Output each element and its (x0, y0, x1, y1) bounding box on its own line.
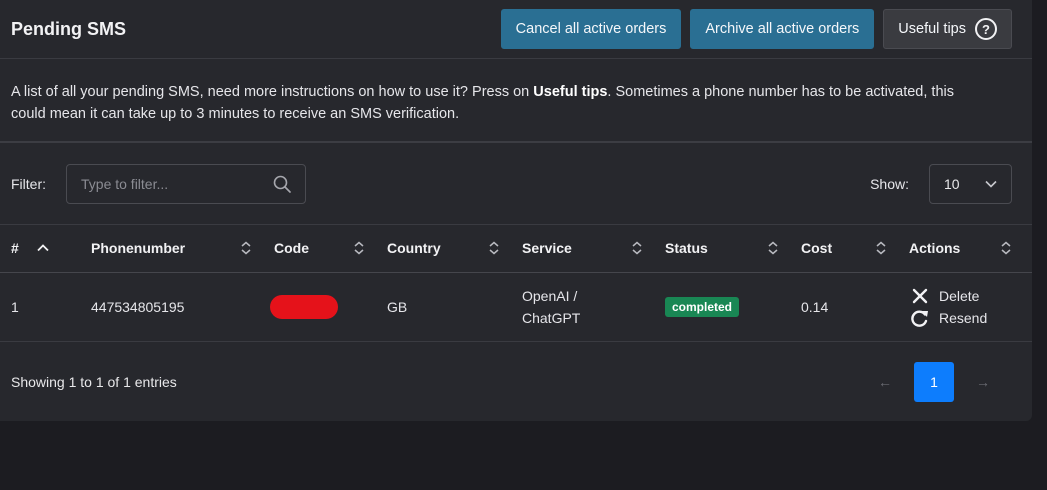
redo-icon (909, 309, 931, 327)
page-size-select[interactable]: 10 (929, 163, 1012, 204)
entries-info: Showing 1 to 1 of 1 entries (11, 373, 177, 390)
column-header-code[interactable]: Code (263, 225, 376, 273)
show-group: Show: 10 (870, 163, 1012, 204)
cancel-all-orders-button[interactable]: Cancel all active orders (500, 9, 682, 49)
resend-label: Resend (939, 309, 988, 326)
resend-action[interactable]: Resend (909, 307, 1021, 329)
column-label-service: Service (522, 240, 572, 257)
next-page-arrow[interactable]: → (976, 374, 990, 390)
show-label: Show: (870, 175, 909, 192)
filter-label: Filter: (11, 175, 46, 192)
filter-field[interactable] (66, 163, 306, 204)
column-label-phonenumber: Phonenumber (91, 240, 186, 257)
page-title: Pending SMS (11, 18, 127, 39)
search-icon (273, 175, 291, 193)
column-header-status[interactable]: Status (654, 225, 790, 273)
pagination: ← 1 → (878, 361, 990, 402)
cell-number: 1 (0, 272, 80, 342)
column-label-number: # (11, 240, 19, 257)
column-label-cost: Cost (801, 240, 833, 257)
pending-sms-card: Pending SMS Cancel all active orders Arc… (0, 0, 1032, 421)
table-row: 1 447534805195 GB OpenAI / ChatGPT compl… (0, 272, 1032, 342)
sort-icon (489, 241, 499, 255)
header-actions: Cancel all active orders Archive all act… (500, 9, 1012, 49)
cell-service: OpenAI / ChatGPT (511, 272, 654, 342)
page-button-1[interactable]: 1 (914, 361, 954, 402)
redacted-code-mark (270, 294, 338, 319)
close-icon (909, 288, 931, 304)
archive-all-orders-button[interactable]: Archive all active orders (690, 9, 875, 49)
column-label-status: Status (665, 240, 708, 257)
table-controls: Filter: Show: 10 (0, 143, 1032, 225)
column-header-country[interactable]: Country (376, 225, 511, 273)
sort-icon (632, 241, 642, 255)
service-line-2: ChatGPT (522, 309, 581, 326)
filter-input[interactable] (81, 175, 251, 192)
column-header-actions[interactable]: Actions (898, 225, 1032, 273)
table-footer: Showing 1 to 1 of 1 entries ← 1 → (0, 342, 1032, 422)
sort-icon (241, 241, 251, 255)
chevron-down-icon (985, 180, 997, 188)
column-label-actions: Actions (909, 240, 961, 257)
question-circle-icon: ? (975, 18, 997, 40)
useful-tips-label: Useful tips (898, 21, 966, 37)
column-label-country: Country (387, 240, 441, 257)
table-header-row: # Phonenumber Code Country Service Statu… (0, 225, 1032, 273)
sort-icon (1001, 241, 1011, 255)
delete-action[interactable]: Delete (909, 285, 1021, 307)
column-label-code: Code (274, 240, 309, 257)
description-part1: A list of all your pending SMS, need mor… (11, 84, 534, 100)
useful-tips-button[interactable]: Useful tips ? (883, 9, 1012, 49)
sms-table: # Phonenumber Code Country Service Statu… (0, 225, 1032, 342)
page-size-value: 10 (944, 175, 960, 192)
delete-label: Delete (939, 287, 980, 304)
column-header-cost[interactable]: Cost (790, 225, 898, 273)
sort-asc-icon (37, 244, 49, 252)
sort-icon (354, 241, 364, 255)
card-header: Pending SMS Cancel all active orders Arc… (0, 0, 1032, 59)
column-header-phonenumber[interactable]: Phonenumber (80, 225, 263, 273)
cell-status: completed (654, 272, 790, 342)
cell-actions: Delete Resend (898, 272, 1032, 342)
status-badge: completed (665, 296, 740, 317)
column-header-number[interactable]: # (0, 225, 80, 273)
cell-country: GB (376, 272, 511, 342)
column-header-service[interactable]: Service (511, 225, 654, 273)
description-text: A list of all your pending SMS, need mor… (0, 59, 1032, 143)
cell-code (263, 272, 376, 342)
prev-page-arrow[interactable]: ← (878, 374, 892, 390)
description-bold: Useful tips (533, 84, 608, 100)
service-line-1: OpenAI / (522, 287, 578, 304)
cell-cost: 0.14 (790, 272, 898, 342)
sort-icon (768, 241, 778, 255)
filter-group: Filter: (11, 163, 306, 204)
cell-phonenumber: 447534805195 (80, 272, 263, 342)
sort-icon (876, 241, 886, 255)
